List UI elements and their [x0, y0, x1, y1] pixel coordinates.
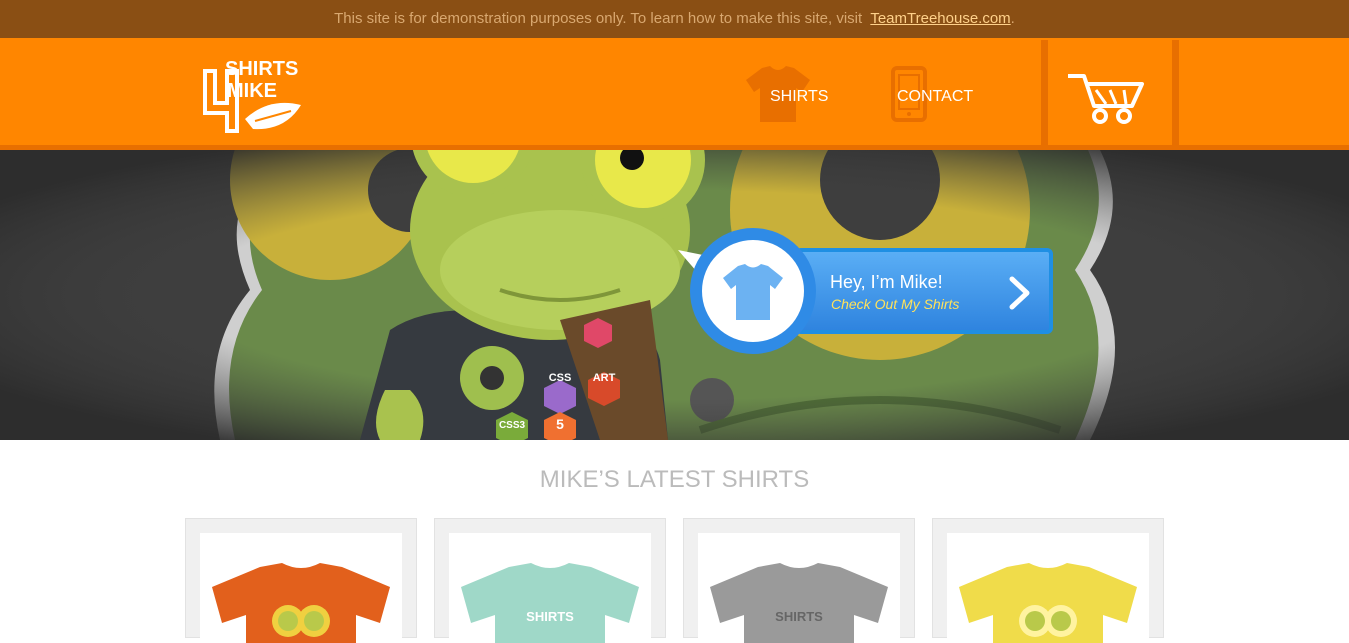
badge-css3: CSS3 [498, 420, 526, 431]
chevron-right-icon [1009, 276, 1030, 310]
shirt-image [959, 563, 1137, 643]
cta-subtitle: Check Out My Shirts [831, 296, 960, 312]
hero-banner: CSS ART CSS3 5 [0, 150, 1349, 440]
cta-title: Hey, I’m Mike! [830, 272, 943, 292]
cta-circle [690, 228, 816, 354]
badge-5: 5 [556, 416, 564, 432]
shirt-image [212, 563, 390, 643]
shirt-print-text: SHIRTS [775, 609, 823, 624]
svg-text:MIKE: MIKE [227, 80, 277, 102]
shirt-card[interactable] [932, 518, 1164, 643]
shirt-card[interactable] [185, 518, 417, 643]
treehouse-link[interactable]: TeamTreehouse.com [870, 10, 1010, 27]
nav-contact[interactable]: CONTACT [897, 88, 973, 106]
shirt-print-text: SHIRTS [526, 609, 574, 624]
latest-shirts-title: MIKE’S LATEST SHIRTS [539, 466, 810, 493]
badge-art: ART [592, 372, 616, 384]
shirt-image [710, 563, 888, 643]
badge-css: CSS [548, 372, 572, 384]
demo-banner-text: This site is for demonstration purposes … [334, 10, 863, 27]
shirt-image [461, 563, 639, 643]
demo-banner-period: . [1010, 10, 1015, 27]
shirts-4-mike-logo[interactable]: SHIRTS MIKE [197, 55, 322, 133]
check-out-shirts-cta[interactable]: Hey, I’m Mike! Check Out My Shirts [678, 228, 1058, 354]
demo-banner: This site is for demonstration purposes … [0, 0, 1349, 38]
tshirt-icon [723, 264, 783, 320]
nav-shirts[interactable]: SHIRTS [770, 88, 828, 106]
cart-icon [1068, 74, 1144, 124]
hero-illustration [0, 150, 1349, 440]
shirt-card[interactable]: SHIRTS [683, 518, 915, 643]
shirt-card[interactable]: SHIRTS [434, 518, 666, 643]
